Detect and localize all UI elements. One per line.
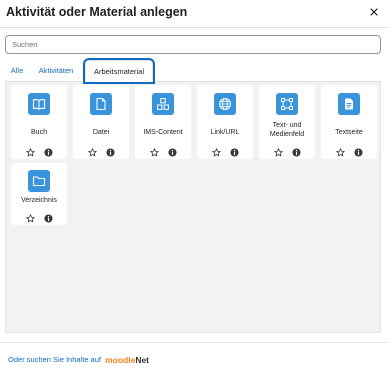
text-media-area-icon[interactable] bbox=[276, 93, 298, 115]
star-icon[interactable] bbox=[26, 210, 35, 223]
tab-bar: Alle Aktivitäten Arbeitsmaterial bbox=[5, 60, 383, 82]
tab-all[interactable]: Alle bbox=[7, 60, 27, 82]
chooser-item-label[interactable]: Link/URL bbox=[197, 128, 253, 137]
chooser-item-label[interactable]: IMS-Content bbox=[135, 128, 191, 137]
chooser-item-text-media-area: Text- und Medienfeld bbox=[259, 85, 315, 159]
info-icon[interactable] bbox=[292, 144, 301, 157]
folder-icon[interactable] bbox=[28, 170, 50, 192]
chooser-item-label[interactable]: Textseite bbox=[321, 128, 377, 137]
book-icon[interactable] bbox=[28, 93, 50, 115]
chooser-item-page: Textseite bbox=[321, 85, 377, 159]
info-icon[interactable] bbox=[44, 144, 53, 157]
star-icon[interactable] bbox=[274, 144, 283, 157]
info-icon[interactable] bbox=[106, 144, 115, 157]
chooser-item-book: Buch bbox=[11, 85, 67, 159]
info-icon[interactable] bbox=[354, 144, 363, 157]
chooser-item-label[interactable]: Buch bbox=[11, 128, 67, 137]
info-icon[interactable] bbox=[168, 144, 177, 157]
star-icon[interactable] bbox=[88, 144, 97, 157]
info-icon[interactable] bbox=[230, 144, 239, 157]
chooser-item-label[interactable]: Verzeichnis bbox=[11, 196, 67, 205]
close-icon[interactable] bbox=[368, 6, 380, 18]
tab-resources[interactable]: Arbeitsmaterial bbox=[85, 60, 153, 82]
star-icon[interactable] bbox=[336, 144, 345, 157]
chooser-item-link-url: Link/URL bbox=[197, 85, 253, 159]
moodlenet-link[interactable]: Oder suchen Sie Inhalte auf moodleNet bbox=[8, 355, 149, 365]
footer-divider bbox=[0, 342, 389, 343]
dialog-title: Aktivität oder Material anlegen bbox=[6, 5, 188, 19]
tab-activities[interactable]: Aktivitäten bbox=[35, 60, 77, 82]
dialog-header: Aktivität oder Material anlegen bbox=[0, 0, 389, 27]
chooser-item-label[interactable]: Text- und Medienfeld bbox=[259, 121, 315, 139]
moodlenet-logo: moodleNet bbox=[105, 355, 150, 365]
globe-icon[interactable] bbox=[214, 93, 236, 115]
chooser-item-folder: Verzeichnis bbox=[11, 163, 67, 225]
info-icon[interactable] bbox=[44, 210, 53, 223]
star-icon[interactable] bbox=[26, 144, 35, 157]
chooser-panel: Buch Datei IMS-Content Link/URL Text- un… bbox=[5, 82, 381, 333]
file-icon[interactable] bbox=[90, 93, 112, 115]
header-divider bbox=[0, 27, 389, 28]
page-icon[interactable] bbox=[338, 93, 360, 115]
star-icon[interactable] bbox=[150, 144, 159, 157]
chooser-item-file: Datei bbox=[73, 85, 129, 159]
chooser-item-ims-content: IMS-Content bbox=[135, 85, 191, 159]
chooser-item-label[interactable]: Datei bbox=[73, 128, 129, 137]
ims-package-icon[interactable] bbox=[152, 93, 174, 115]
moodlenet-link-text: Oder suchen Sie Inhalte auf bbox=[8, 355, 101, 364]
search-input[interactable] bbox=[5, 35, 381, 54]
star-icon[interactable] bbox=[212, 144, 221, 157]
